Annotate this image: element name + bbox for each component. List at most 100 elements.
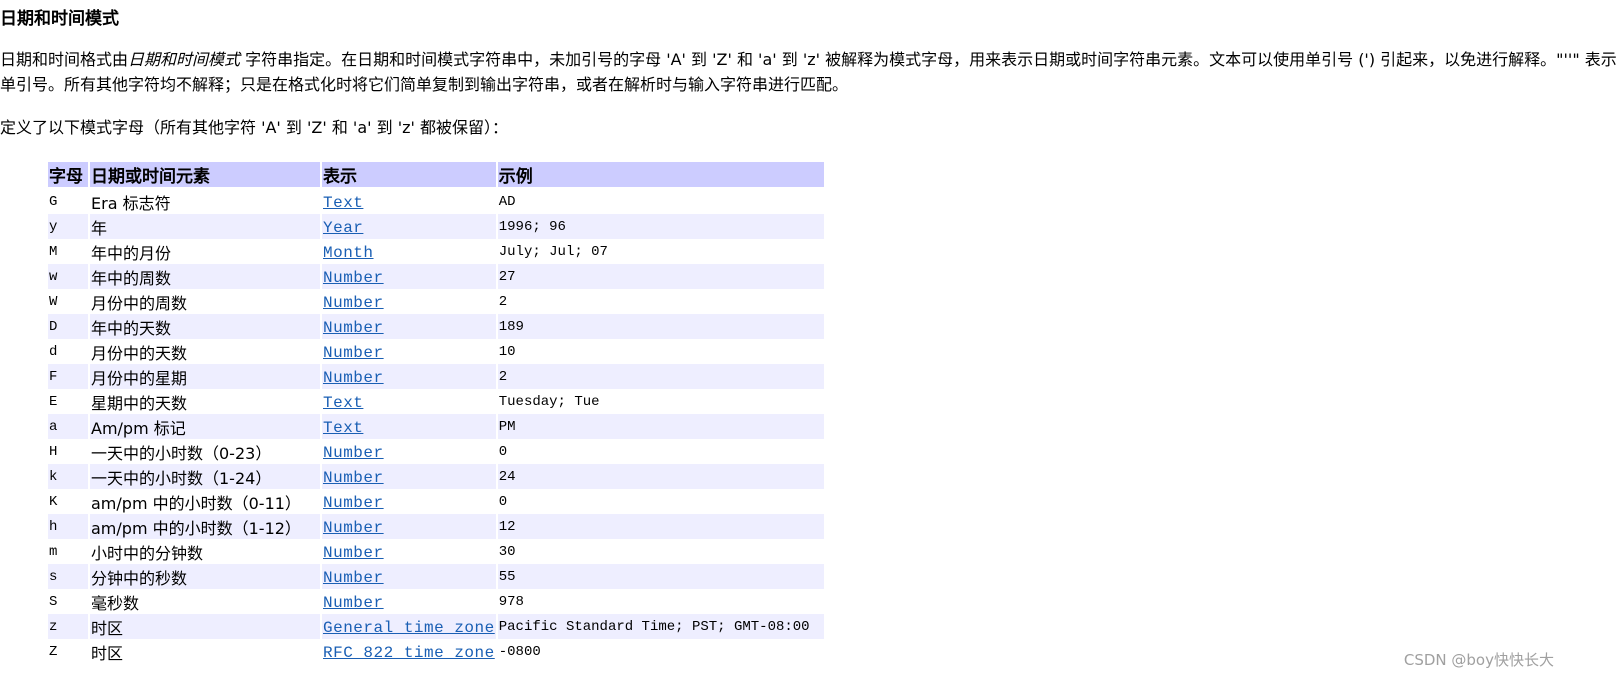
example-value: 12 [497, 514, 824, 539]
date-time-element: am/pm 中的小时数（1-12） [90, 514, 320, 539]
table-row: a Am/pm 标记 Text PM [48, 414, 824, 439]
header-example: 示例 [497, 162, 824, 189]
date-time-element: 月份中的周数 [91, 293, 188, 313]
representation-cell: Number [322, 514, 496, 539]
table-row: h am/pm 中的小时数（1-12） Number 12 [48, 514, 824, 539]
intro-paragraph: 日期和时间格式由日期和时间模式 字符串指定。在日期和时间模式字符串中，未加引号的… [0, 47, 1620, 97]
date-time-element: am/pm 中的小时数（0-11） [91, 493, 301, 513]
table-header-row: 字母 日期或时间元素 表示 示例 [48, 162, 824, 189]
pattern-letter: D [48, 314, 88, 339]
table-row: y 年 Year 1996; 96 [48, 214, 824, 239]
example-value: 2 [498, 293, 508, 310]
intro-text-rest: 字符串指定。在日期和时间模式字符串中，未加引号的字母 'A' 到 'Z' 和 '… [0, 50, 1617, 94]
pattern-letters-table: 字母 日期或时间元素 表示 示例 G Era 标志符 Text AD y 年 Year 199… [46, 162, 826, 664]
table-row: H 一天中的小时数（0-23） Number 0 [48, 439, 824, 464]
date-time-element: 星期中的天数 [91, 393, 188, 413]
pattern-letter: M [49, 243, 58, 260]
representation-link[interactable]: Number [323, 369, 384, 387]
pattern-letter: W [49, 293, 58, 310]
representation-cell: Text [322, 389, 496, 414]
representation-link[interactable]: Number [323, 494, 384, 512]
date-time-element: Era 标志符 [91, 193, 171, 213]
representation-link[interactable]: Number [323, 294, 384, 312]
example-value: 30 [498, 543, 516, 560]
representation-cell: Text [322, 189, 496, 214]
example-value: 2 [497, 364, 824, 389]
representation-cell: Number [322, 589, 496, 614]
pattern-letter: k [48, 464, 88, 489]
header-letter: 字母 [48, 162, 88, 189]
representation-link[interactable]: Number [323, 444, 384, 462]
representation-link[interactable]: Year [323, 219, 363, 237]
pattern-letter: Z [49, 643, 58, 660]
representation-link[interactable]: Number [323, 469, 384, 487]
representation-link[interactable]: Number [323, 319, 384, 337]
date-time-element: 年中的月份 [91, 243, 172, 263]
representation-cell: Number [322, 364, 496, 389]
example-value: Tuesday; Tue [498, 393, 600, 410]
representation-link[interactable]: Number [323, 544, 384, 562]
representation-link[interactable]: RFC 822 time zone [323, 644, 495, 662]
example-value: 27 [497, 264, 824, 289]
table-row: W 月份中的周数 Number 2 [48, 289, 824, 314]
representation-cell: Year [322, 214, 496, 239]
date-time-element: 小时中的分钟数 [91, 543, 204, 563]
table-row: F 月份中的星期 Number 2 [48, 364, 824, 389]
representation-link[interactable]: Text [323, 194, 363, 212]
representation-cell: Number [322, 464, 496, 489]
representation-cell: Number [322, 489, 496, 514]
representation-link[interactable]: Number [323, 269, 384, 287]
example-value: PM [497, 414, 824, 439]
pattern-letter: w [48, 264, 88, 289]
representation-link[interactable]: Number [323, 569, 384, 587]
section-title: 日期和时间模式 [0, 9, 119, 29]
table-row: d 月份中的天数 Number 10 [48, 339, 824, 364]
table-row: Kam/pm 中的小时数（0-11） Number 0 [48, 489, 824, 514]
example-value: -0800 [498, 643, 541, 660]
representation-cell: Month [322, 239, 496, 264]
representation-link[interactable]: General time zone [323, 619, 495, 637]
pattern-letter: d [49, 343, 58, 360]
date-time-element: 月份中的星期 [90, 364, 320, 389]
representation-cell: General time zone [322, 614, 496, 639]
representation-link[interactable]: Text [323, 394, 363, 412]
header-representation: 表示 [322, 162, 496, 189]
example-value: 55 [497, 564, 824, 589]
date-time-element: 一天中的小时数（0-23） [91, 443, 272, 463]
pattern-letter: S [49, 593, 58, 610]
pattern-letter: h [48, 514, 88, 539]
table-row: z 时区 General time zone Pacific Standard Tim… [48, 614, 824, 639]
representation-cell: RFC 822 time zone [322, 639, 496, 664]
date-time-element: 时区 [90, 614, 320, 639]
example-value: Pacific Standard Time; PST; GMT-08:00 [497, 614, 824, 639]
representation-cell: Number [322, 264, 496, 289]
table-row: M 年中的月份 Month July; Jul; 07 [48, 239, 824, 264]
date-time-element: Am/pm 标记 [90, 414, 320, 439]
representation-link[interactable]: Month [323, 244, 374, 262]
table-row: s 分钟中的秒数 Number 55 [48, 564, 824, 589]
example-value: July; Jul; 07 [498, 243, 608, 260]
representation-link[interactable]: Number [323, 344, 384, 362]
representation-cell: Number [322, 564, 496, 589]
representation-cell: Number [322, 439, 496, 464]
representation-link[interactable]: Number [323, 594, 384, 612]
representation-cell: Number [322, 339, 496, 364]
example-value: 0 [498, 443, 508, 460]
date-time-element: 月份中的天数 [91, 343, 188, 363]
representation-link[interactable]: Number [323, 519, 384, 537]
pattern-letter: G [49, 193, 58, 210]
representation-link[interactable]: Text [323, 419, 363, 437]
pattern-letter: K [49, 493, 58, 510]
table-row: k 一天中的小时数（1-24） Number 24 [48, 464, 824, 489]
pattern-letter: a [48, 414, 88, 439]
pattern-letter: z [48, 614, 88, 639]
pattern-letter: F [48, 364, 88, 389]
date-time-element: 年 [90, 214, 320, 239]
table-row: E 星期中的天数 Text Tuesday; Tue [48, 389, 824, 414]
table-row: D 年中的天数 Number 189 [48, 314, 824, 339]
intro-text-start: 日期和时间格式由 [0, 50, 129, 69]
example-value: 189 [497, 314, 824, 339]
pattern-letter: H [49, 443, 58, 460]
date-time-element: 时区 [91, 643, 124, 663]
pattern-letter: m [49, 543, 58, 560]
